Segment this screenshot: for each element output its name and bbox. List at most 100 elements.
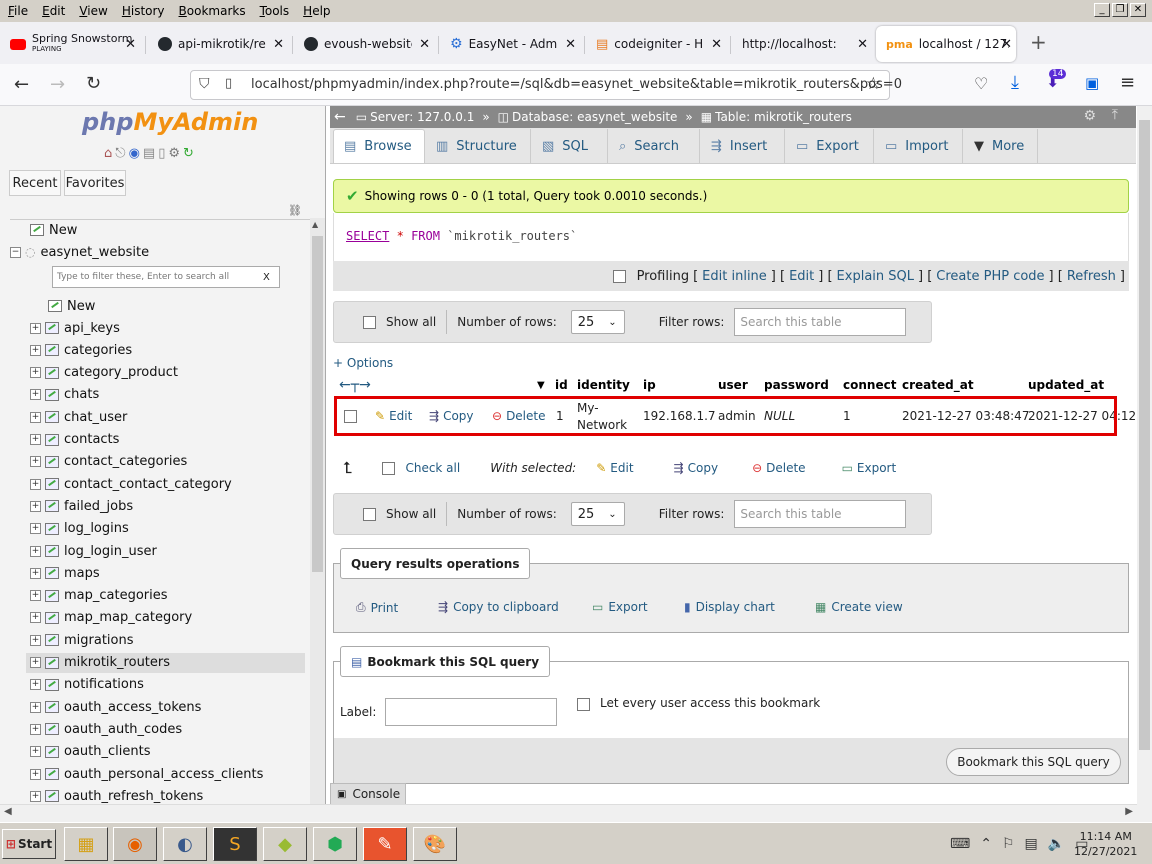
expand-icon[interactable]: + bbox=[30, 478, 41, 490]
expand-icon[interactable]: + bbox=[30, 545, 41, 557]
help-icon[interactable]: ◉ bbox=[129, 146, 140, 161]
tree-table-maps[interactable]: + maps bbox=[30, 563, 309, 583]
expand-icon[interactable]: + bbox=[30, 456, 41, 468]
recent-button[interactable]: Recent bbox=[9, 170, 61, 196]
expand-icon[interactable]: + bbox=[30, 657, 41, 668]
postman-icon[interactable]: ✎ bbox=[363, 827, 407, 861]
breadcrumb-table[interactable]: Table: mikrotik_routers bbox=[715, 110, 852, 124]
favorites-button[interactable]: Favorites bbox=[64, 170, 126, 196]
expand-icon[interactable]: + bbox=[30, 790, 41, 802]
tab-insert[interactable]: ⇶ Insert bbox=[701, 129, 785, 163]
hamburger-menu-icon[interactable]: ≡ bbox=[1120, 72, 1135, 93]
refresh-link[interactable]: Refresh bbox=[1067, 269, 1116, 284]
pocket-icon[interactable]: ♡ bbox=[974, 74, 988, 93]
col-created-at[interactable]: created_at bbox=[902, 378, 974, 392]
tree-table-log-logins[interactable]: + log_logins bbox=[30, 519, 309, 539]
tree-table-contact-contact-category[interactable]: + contact_contact_category bbox=[30, 474, 309, 494]
tree-table-chats[interactable]: + chats bbox=[30, 385, 309, 405]
link-icon[interactable]: ⛓ bbox=[288, 204, 302, 217]
rows-per-page-select[interactable]: 25 ⌄ bbox=[570, 310, 625, 334]
close-icon[interactable]: ✕ bbox=[1001, 37, 1012, 52]
tree-table-notifications[interactable]: + notifications bbox=[30, 675, 309, 695]
tab-more[interactable]: ▼ More bbox=[964, 129, 1038, 163]
start-button[interactable]: ⊞ Start bbox=[2, 829, 56, 859]
tree-table-category-product[interactable]: + category_product bbox=[30, 363, 309, 383]
close-icon[interactable]: ✕ bbox=[565, 37, 576, 52]
expand-icon[interactable]: + bbox=[30, 523, 41, 535]
tree-table-mikrotik-routers[interactable]: + mikrotik_routers bbox=[26, 652, 305, 673]
chevron-up-icon[interactable]: ⌃ bbox=[980, 836, 992, 852]
rows-per-page-select[interactable]: 25 ⌄ bbox=[570, 502, 625, 526]
close-icon[interactable]: ✕ bbox=[419, 37, 430, 52]
bulk-export-button[interactable]: ▭ Export bbox=[842, 461, 897, 475]
tree-db-easynet[interactable]: − ◌ easynet_website bbox=[10, 242, 149, 262]
collapse-top-icon[interactable]: ⤒ bbox=[1112, 107, 1118, 123]
filter-rows-input[interactable]: Search this table bbox=[734, 308, 907, 336]
gitkraken-icon[interactable]: ◆ bbox=[263, 827, 307, 861]
expand-icon[interactable]: + bbox=[30, 590, 41, 602]
tree-table-contacts[interactable]: + contacts bbox=[30, 430, 309, 450]
bulk-delete-button[interactable]: ⊖ Delete bbox=[752, 461, 806, 475]
tree-table-log-login-user[interactable]: + log_login_user bbox=[30, 541, 309, 561]
reload-navigation-icon[interactable]: ↻ bbox=[183, 146, 194, 161]
collapse-nav-icon[interactable]: ← bbox=[334, 109, 346, 125]
sort-dropdown-icon[interactable]: ▼ bbox=[537, 380, 545, 391]
bulk-copy-button[interactable]: ⇶ Copy bbox=[674, 461, 719, 475]
col-user[interactable]: user bbox=[718, 378, 748, 392]
profiling-checkbox[interactable] bbox=[612, 269, 626, 283]
phpmyadmin-logo[interactable]: phpMyAdmin bbox=[82, 108, 258, 136]
file-explorer-icon[interactable]: ▦ bbox=[64, 827, 108, 861]
tree-table-map-map-category[interactable]: + map_map_category bbox=[30, 608, 309, 628]
tree-table-categories[interactable]: + categories bbox=[30, 340, 309, 360]
expand-icon[interactable]: + bbox=[30, 701, 41, 713]
col-connect[interactable]: connect bbox=[843, 378, 896, 392]
expand-icon[interactable]: + bbox=[30, 634, 41, 646]
containers-icon[interactable]: ▣ bbox=[1085, 74, 1099, 92]
tree-table-failed-jobs[interactable]: + failed_jobs bbox=[30, 496, 309, 516]
menu-file[interactable]: File bbox=[8, 4, 28, 18]
expand-icon[interactable]: + bbox=[30, 434, 41, 445]
horizontal-scrollbar[interactable]: ◀ ▶ bbox=[0, 804, 1137, 822]
show-all-checkbox[interactable] bbox=[363, 315, 376, 329]
edit-link[interactable]: Edit bbox=[789, 269, 814, 284]
flag-icon[interactable]: ⚐ bbox=[1002, 836, 1015, 852]
tab-export[interactable]: ▭ Export bbox=[786, 129, 874, 163]
docs-icon[interactable]: ▤ bbox=[143, 146, 155, 161]
clear-filter-button[interactable]: X bbox=[263, 272, 270, 283]
tab-browse[interactable]: ▤ Browse bbox=[333, 129, 425, 163]
tab-easynet[interactable]: ⚙ EasyNet - Admin ✕ bbox=[440, 26, 580, 62]
col-updated-at[interactable]: updated_at bbox=[1028, 378, 1104, 392]
menu-help[interactable]: Help bbox=[303, 4, 330, 18]
explain-sql-link[interactable]: Explain SQL bbox=[837, 269, 914, 284]
menu-tools[interactable]: Tools bbox=[260, 4, 290, 18]
expand-icon[interactable]: + bbox=[30, 367, 41, 379]
filter-rows-input[interactable]: Search this table bbox=[734, 500, 907, 528]
main-scrollbar[interactable] bbox=[1137, 106, 1152, 822]
expand-icon[interactable]: + bbox=[30, 679, 41, 691]
menu-bookmarks[interactable]: Bookmarks bbox=[179, 4, 246, 18]
tree-table-api-keys[interactable]: + api_keys bbox=[30, 318, 309, 338]
back-button[interactable]: ← bbox=[14, 74, 29, 95]
expand-icon[interactable]: + bbox=[30, 389, 41, 401]
tree-table-oauth-access-tokens[interactable]: + oauth_access_tokens bbox=[30, 697, 309, 717]
close-icon[interactable]: ✕ bbox=[273, 37, 284, 52]
tab-localhost-8000[interactable]: http://localhost:8000/a ✕ bbox=[732, 26, 872, 62]
bookmark-sql-button[interactable]: Bookmark this SQL query bbox=[946, 748, 1121, 776]
copy-icon[interactable]: ▯ bbox=[158, 146, 165, 161]
tree-table-map-categories[interactable]: + map_categories bbox=[30, 586, 309, 606]
virtualbox-icon[interactable]: ⬢ bbox=[313, 827, 357, 861]
expand-icon[interactable]: + bbox=[30, 500, 41, 512]
expand-icon[interactable]: + bbox=[30, 567, 41, 579]
close-icon[interactable]: ✕ bbox=[125, 37, 136, 52]
settings-icon[interactable]: ⚙ bbox=[168, 146, 180, 161]
tree-table-oauth-auth-codes[interactable]: + oauth_auth_codes bbox=[30, 719, 309, 739]
tree-table-migrations[interactable]: + migrations bbox=[30, 630, 309, 650]
restore-button[interactable]: ❐ bbox=[1112, 3, 1128, 17]
expand-icon[interactable]: + bbox=[30, 322, 41, 334]
home-icon[interactable]: ⌂ bbox=[104, 146, 112, 161]
minimize-button[interactable]: _ bbox=[1094, 3, 1110, 17]
create-php-code-link[interactable]: Create PHP code bbox=[936, 269, 1044, 284]
display-chart-link[interactable]: ▮ Display chart bbox=[684, 600, 775, 614]
check-all-link[interactable]: Check all bbox=[405, 461, 460, 475]
tree-new-table[interactable]: New bbox=[48, 296, 95, 316]
